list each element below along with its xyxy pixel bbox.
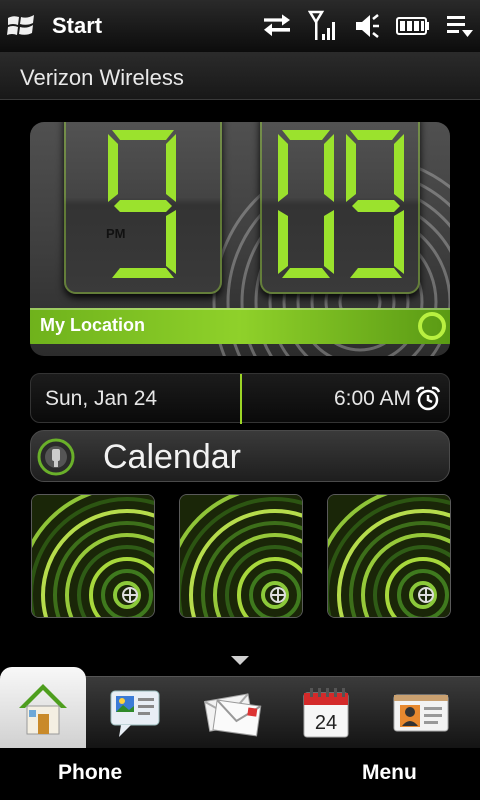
carrier-bar: Verizon Wireless [0, 52, 480, 100]
carrier-name: Verizon Wireless [20, 65, 184, 90]
location-ring-icon [418, 312, 446, 340]
alarm-clock-icon[interactable] [415, 386, 441, 412]
softkey-bar: Phone Menu [0, 748, 480, 800]
start-title[interactable]: Start [52, 13, 102, 39]
swirl-thumbnail [180, 495, 302, 617]
photo-tile-1[interactable] [31, 494, 155, 618]
tab-contacts[interactable] [374, 677, 470, 749]
status-bar: Start [0, 0, 480, 52]
signal-icon [308, 10, 335, 40]
tab-calendar[interactable]: 24 [278, 677, 374, 749]
menu-softkey[interactable]: Menu [362, 761, 417, 785]
hour-digit [108, 130, 176, 278]
battery-icon [396, 17, 429, 35]
calendar-bar[interactable]: Calendar [30, 430, 450, 482]
scroll-down-arrow-icon[interactable] [231, 656, 249, 665]
minutes-digits [278, 130, 404, 278]
mail-icon [204, 693, 262, 737]
contacts-icon [393, 694, 449, 732]
photo-tile-3[interactable] [327, 494, 451, 618]
photo-tile-2[interactable] [179, 494, 303, 618]
messaging-icon [110, 690, 160, 737]
calendar-day: 24 [315, 712, 337, 734]
swirl-thumbnail [328, 495, 450, 617]
menu-dropdown-icon[interactable] [446, 13, 474, 39]
calendar-label: Calendar [103, 438, 241, 476]
tab-bar: 24 [0, 667, 480, 751]
tab-messaging[interactable] [88, 677, 184, 749]
volume-vibrate-icon[interactable] [352, 11, 380, 41]
clock-widget[interactable]: PM My Location [30, 122, 450, 356]
windows-logo-icon[interactable] [6, 12, 36, 40]
phone-softkey[interactable]: Phone [58, 761, 122, 785]
date-label[interactable]: Sun, Jan 24 [45, 387, 157, 411]
date-divider [240, 374, 242, 424]
location-label: My Location [40, 315, 146, 335]
meridiem-label: PM [106, 226, 126, 241]
home-icon [19, 684, 67, 735]
tab-home[interactable] [0, 667, 86, 751]
alarm-time[interactable]: 6:00 AM [334, 387, 411, 411]
minutes-card [260, 122, 420, 294]
calendar-plug-icon [37, 438, 75, 476]
swirl-thumbnail [32, 495, 154, 617]
tab-mail[interactable] [184, 677, 280, 749]
calendar-icon: 24 [303, 688, 349, 738]
date-alarm-bar[interactable]: Sun, Jan 24 6:00 AM [30, 373, 450, 424]
location-bar[interactable]: My Location [30, 308, 450, 344]
data-sync-icon [264, 14, 290, 37]
hour-card: PM [64, 122, 222, 294]
